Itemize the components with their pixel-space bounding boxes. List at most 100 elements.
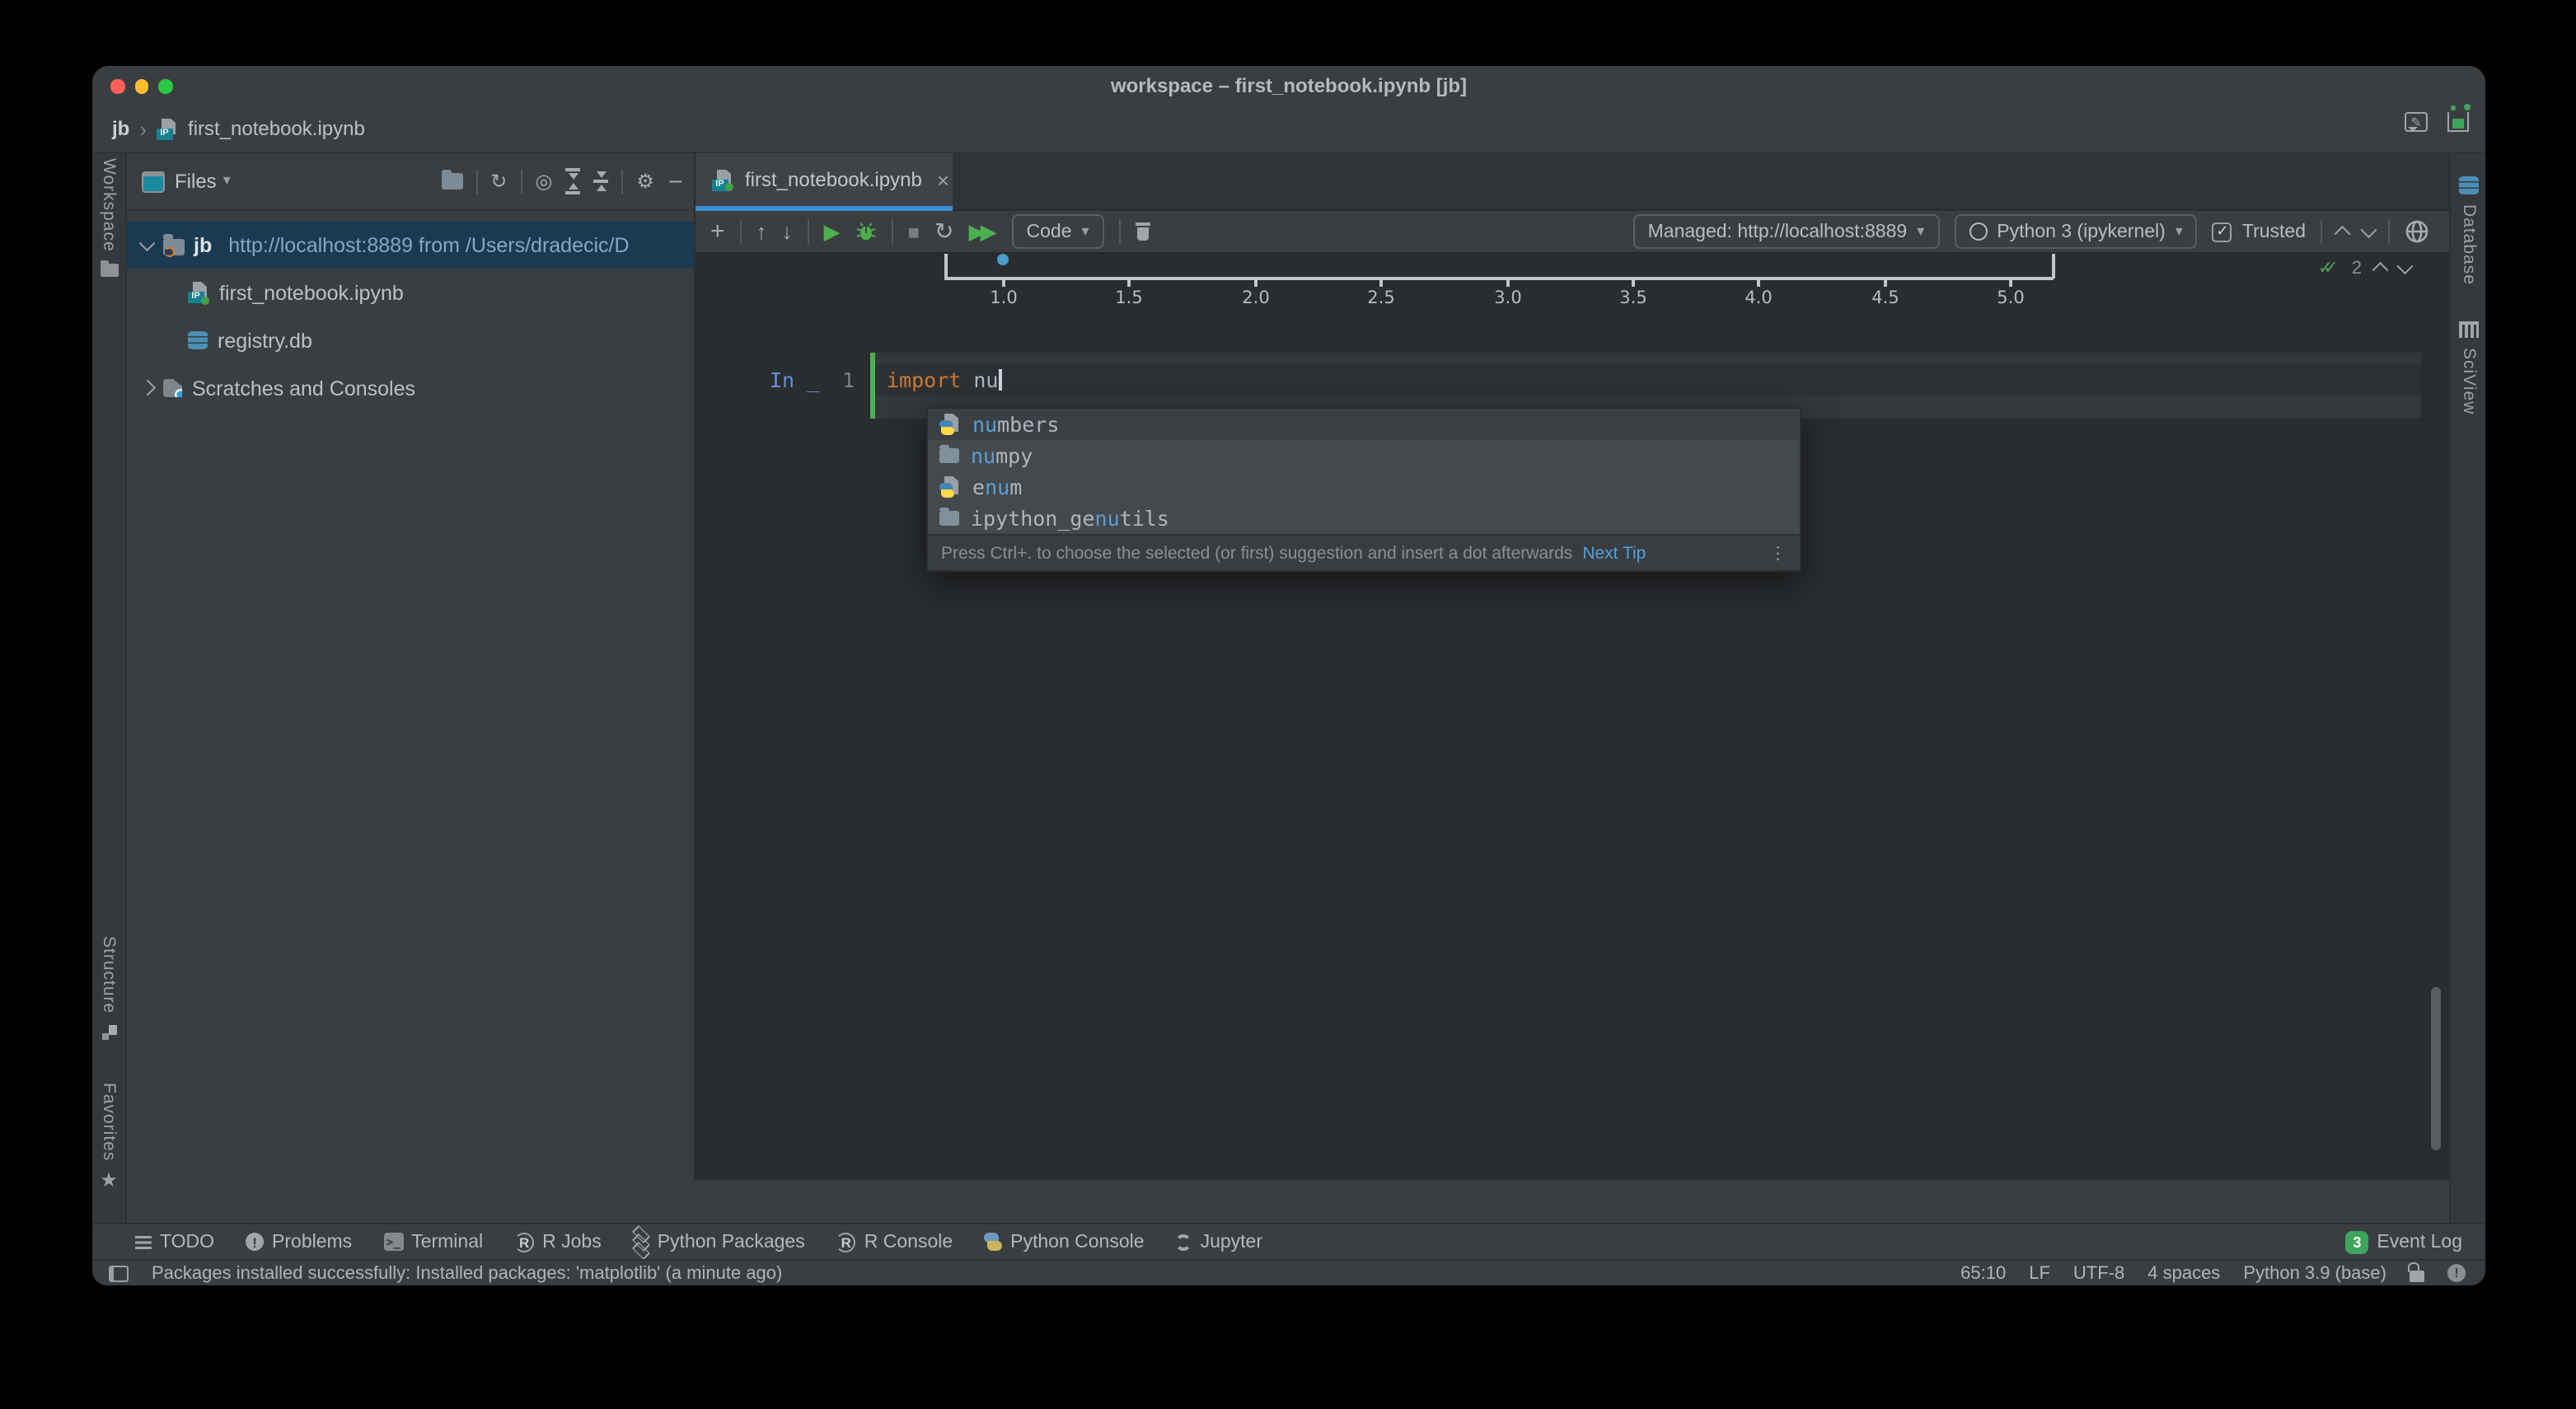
learn-ide-icon[interactable]	[2447, 112, 2469, 132]
prev-problem-icon[interactable]	[2372, 263, 2387, 278]
interpreter[interactable]: Python 3.9 (base)	[2243, 1263, 2386, 1283]
completion-hint-bar: Press Ctrl+. to choose the selected (or …	[928, 534, 1800, 570]
run-all-cells-button[interactable]: ▶▶	[969, 218, 992, 245]
tool-window-python-packages[interactable]: Python Packages	[633, 1225, 805, 1258]
breadcrumb: jb › IP first_notebook.ipynb ✎	[92, 105, 2485, 153]
move-cell-up-button[interactable]: ↑	[756, 219, 767, 244]
notifications-icon[interactable]: !	[2447, 1264, 2466, 1282]
share-feedback-icon[interactable]: ✎	[2405, 112, 2428, 132]
notebook-surface[interactable]: 1.0 1.5 2.0 2.5 3.0 3.5 4.0 4.5 5.0 ✓✓ 2	[696, 254, 2449, 1180]
new-folder-icon[interactable]	[441, 173, 462, 190]
close-tab-icon[interactable]: ×	[937, 167, 949, 192]
completion-item-ipython-genutils[interactable]: ipython_genutils	[928, 503, 1800, 534]
next-cell-icon[interactable]	[2360, 222, 2375, 236]
indent-setting[interactable]: 4 spaces	[2147, 1263, 2220, 1283]
hide-panel-icon[interactable]: −	[667, 171, 684, 191]
python-module-icon	[939, 414, 961, 435]
editor-tab-bar: IP first_notebook.ipynb ×	[696, 153, 2449, 211]
titlebar: workspace – first_notebook.ipynb [jb]	[92, 66, 2485, 105]
tool-window-favorites[interactable]: Favorites ★	[92, 1083, 125, 1191]
notebook-file-icon: IP	[157, 118, 178, 139]
desktop-background: workspace – first_notebook.ipynb [jb] jb…	[0, 0, 2576, 1409]
settings-gear-icon[interactable]: ⚙	[636, 171, 654, 191]
x-tick: 3.0	[1494, 288, 1521, 308]
breadcrumb-project[interactable]: jb	[112, 117, 129, 140]
notebook-file-icon: IP	[188, 282, 209, 303]
chevron-right-icon[interactable]	[139, 381, 154, 396]
next-problem-icon[interactable]	[2396, 258, 2411, 273]
run-cell-button[interactable]: ▶	[824, 218, 841, 245]
files-dropdown-icon[interactable]: ▾	[223, 173, 231, 190]
x-tick: 4.5	[1871, 288, 1899, 308]
prev-cell-icon[interactable]	[2335, 227, 2349, 241]
tree-row-server-root[interactable]: jb http://localhost:8889 from /Users/dra…	[127, 221, 694, 269]
notebook-file-icon: IP	[712, 169, 733, 190]
collapse-all-icon[interactable]	[593, 171, 608, 192]
code-keyword: import	[887, 367, 961, 392]
jupyter-server-select[interactable]: Managed: http://localhost:8889 ▾	[1633, 214, 1940, 249]
toolwindow-toggle-icon[interactable]	[109, 1265, 129, 1281]
tree-row-registry-db[interactable]: registry.db	[127, 316, 694, 364]
tool-window-python-console[interactable]: Python Console	[984, 1232, 1144, 1252]
move-cell-down-button[interactable]: ↓	[782, 219, 793, 244]
tree-row-notebook[interactable]: IP first_notebook.ipynb	[127, 269, 694, 316]
cell-type-select[interactable]: Code ▾	[1012, 214, 1104, 249]
delete-cell-icon[interactable]	[1136, 223, 1150, 241]
tool-window-r-jobs[interactable]: R R Jobs	[514, 1232, 602, 1252]
kernel-select[interactable]: Python 3 (ipykernel) ▾	[1954, 214, 2198, 249]
next-tip-link[interactable]: Next Tip	[1582, 543, 1646, 563]
caret-position[interactable]: 65:10	[1960, 1263, 2006, 1283]
tool-window-todo[interactable]: TODO	[135, 1232, 214, 1252]
debug-cell-icon[interactable]	[855, 221, 877, 242]
completion-hint: Press Ctrl+. to choose the selected (or …	[941, 543, 1572, 563]
tree-root-name: jb	[194, 233, 212, 256]
tool-window-r-console[interactable]: R R Console	[836, 1232, 953, 1252]
files-panel-icon	[142, 171, 165, 192]
tool-window-problems[interactable]: ! Problems	[246, 1232, 352, 1252]
open-in-browser-icon[interactable]	[2405, 219, 2429, 244]
tab-first-notebook[interactable]: IP first_notebook.ipynb ×	[696, 153, 953, 211]
r-icon: R	[836, 1232, 856, 1252]
inspections-ok-icon: ✓✓	[2318, 257, 2339, 279]
locate-icon[interactable]: ◎	[535, 171, 552, 191]
files-panel-title[interactable]: Files	[175, 170, 217, 193]
add-cell-button[interactable]: +	[710, 218, 725, 246]
tree-row-scratches[interactable]: Scratches and Consoles	[127, 364, 694, 412]
structure-icon	[101, 1025, 116, 1040]
tool-window-jupyter[interactable]: Jupyter	[1176, 1232, 1262, 1252]
line-separator[interactable]: LF	[2029, 1263, 2050, 1283]
terminal-icon: >_	[383, 1233, 403, 1251]
tool-window-sciview[interactable]: SciView	[2451, 321, 2485, 414]
python-module-icon	[939, 476, 961, 498]
checkbox-icon: ✓	[2213, 222, 2232, 241]
cell-focus-bar	[870, 353, 874, 419]
file-encoding[interactable]: UTF-8	[2073, 1263, 2124, 1283]
tree-root-url: http://localhost:8889 from /Users/dradec…	[228, 233, 629, 256]
refresh-icon[interactable]: ↻	[490, 171, 507, 191]
cell-code-line[interactable]: import nu	[887, 364, 1002, 396]
chevron-down-icon[interactable]	[139, 235, 154, 250]
expand-all-icon[interactable]	[565, 169, 580, 194]
r-icon: R	[514, 1232, 534, 1252]
files-panel: Files ▾ ↻ ◎ ⚙ −	[127, 153, 696, 1180]
x-tick: 1.0	[990, 288, 1017, 308]
completion-item-numpy[interactable]: numpy	[928, 440, 1800, 471]
more-options-icon[interactable]: ⋮	[1769, 543, 1787, 563]
unlocked-icon[interactable]	[2410, 1271, 2424, 1282]
restart-kernel-button[interactable]: ↻	[934, 218, 953, 246]
tool-window-workspace[interactable]: Workspace	[92, 158, 125, 277]
breadcrumb-file[interactable]: first_notebook.ipynb	[188, 117, 365, 140]
sciview-icon	[2459, 321, 2479, 338]
editor-scrollbar[interactable]	[2431, 987, 2440, 1150]
problems-icon: !	[246, 1233, 264, 1251]
jupyter-icon	[1176, 1233, 1192, 1250]
event-log-button[interactable]: 3 Event Log	[2345, 1230, 2462, 1253]
tool-window-database[interactable]: Database	[2451, 176, 2485, 285]
stop-kernel-button[interactable]: ■	[908, 220, 920, 243]
completion-item-enum[interactable]: enum	[928, 471, 1800, 503]
completion-item-numbers[interactable]: numbers	[928, 409, 1800, 440]
files-panel-header: Files ▾ ↻ ◎ ⚙ −	[127, 153, 694, 211]
tool-window-terminal[interactable]: >_ Terminal	[383, 1232, 483, 1252]
trusted-checkbox[interactable]: ✓ Trusted	[2213, 222, 2306, 241]
tool-window-structure[interactable]: Structure	[92, 936, 125, 1040]
